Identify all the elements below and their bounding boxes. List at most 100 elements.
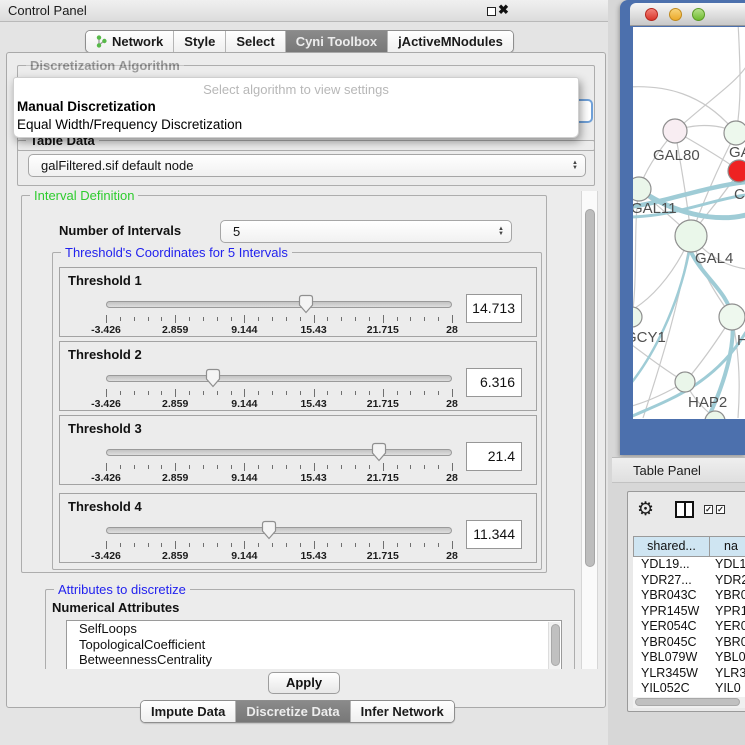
cell-shared-name[interactable]: YLR345W [633,666,715,682]
tab-infer-network[interactable]: Infer Network [351,701,454,722]
threshold-panel: Threshold 2 -3.4262.8599.14415.4321.7152… [59,341,537,411]
attributes-scrollbar-thumb[interactable] [551,624,560,666]
algorithm-option-equal-width[interactable]: Equal Width/Frequency Discretization [17,117,242,132]
cell-name[interactable]: YLR3 [715,666,745,682]
cell-shared-name[interactable]: YDL19... [633,557,715,573]
table-panel-titlebar: Table Panel [612,457,745,483]
threshold-slider[interactable]: -3.4262.8599.14415.4321.71528 [106,522,452,562]
table-row[interactable]: YDL19...YDL1 [633,557,745,573]
node-HAP2[interactable] [675,372,695,392]
slider-track[interactable] [106,375,452,382]
node-H[interactable] [719,304,745,330]
main-vertical-scrollbar[interactable] [581,191,598,669]
split-columns-icon[interactable] [675,501,694,518]
number-of-intervals-value: 5 [233,224,240,239]
attribute-list-item[interactable]: BetweennessCentrality [67,652,561,668]
column-header-shared-name[interactable]: shared... [633,536,710,557]
node-GCY1[interactable] [633,307,642,327]
threshold-value-field[interactable]: 11.344 [466,520,522,549]
slider-thumb[interactable] [370,442,388,462]
checkbox-icon[interactable]: ✓ [716,505,725,514]
table-row[interactable]: YER054CYER0 [633,619,745,635]
number-of-intervals-combobox[interactable]: 5 ▲▼ [220,220,512,243]
slider-track[interactable] [106,449,452,456]
cell-name[interactable]: YDR2 [715,573,745,589]
node-GAL4[interactable] [675,220,707,252]
cell-shared-name[interactable]: YDR27... [633,573,715,589]
cell-shared-name[interactable]: YER054C [633,619,715,635]
table-row[interactable]: YPR145WYPR1 [633,604,745,620]
table-row[interactable]: YDR27...YDR2 [633,573,745,589]
tab-impute-data[interactable]: Impute Data [141,701,236,722]
table-row[interactable]: YBL079WYBL0 [633,650,745,666]
threshold-value-field[interactable]: 21.4 [466,442,522,471]
tab-style[interactable]: Style [174,31,226,52]
threshold-panel: Threshold 3 -3.4262.8599.14415.4321.7152… [59,415,537,485]
node-GAL4-label: GAL4 [695,250,733,267]
network-window-titlebar[interactable] [630,3,745,26]
tab-select[interactable]: Select [226,31,285,52]
node-GAL11[interactable] [633,177,651,201]
column-header-name[interactable]: na [709,536,745,557]
slider-thumb[interactable] [297,294,315,314]
tab-network[interactable]: Network [86,31,174,52]
table-horizontal-scrollbar[interactable] [633,697,745,708]
threshold-slider[interactable]: -3.4262.8599.14415.4321.71528 [106,296,452,336]
slider-track[interactable] [106,301,452,308]
table-data-combobox[interactable]: galFiltered.sif default node ▲▼ [28,154,586,177]
combo-stepper-icon: ▲▼ [498,222,504,241]
cell-name[interactable]: YBR0 [715,635,745,651]
slider-track[interactable] [106,527,452,534]
cell-shared-name[interactable]: YBR043C [633,588,715,604]
cell-shared-name[interactable]: YPR145W [633,604,715,620]
algorithm-option-manual[interactable]: Manual Discretization [17,99,156,114]
tab-jactivemnodules[interactable]: jActiveMNodules [388,31,513,52]
threshold-slider[interactable]: -3.4262.8599.14415.4321.71528 [106,444,452,484]
cell-name[interactable]: YBR0 [715,588,745,604]
cell-name[interactable]: YIL0 [715,681,741,697]
numerical-attributes-label: Numerical Attributes [52,600,179,615]
minimize-traffic-light[interactable] [669,8,682,21]
cell-name[interactable]: YDL1 [715,557,745,573]
gear-icon[interactable]: ⚙ [637,498,654,521]
tab-discretize-data[interactable]: Discretize Data [236,701,350,722]
slider-thumb[interactable] [204,368,222,388]
cell-shared-name[interactable]: YBR045C [633,635,715,651]
node-GAL80[interactable] [663,119,687,143]
float-window-icon[interactable] [487,7,496,16]
attributes-scrollbar[interactable] [548,622,560,669]
node-top-right[interactable] [724,121,745,145]
zoom-traffic-light[interactable] [692,8,705,21]
close-panel-icon[interactable]: ✖ [498,2,509,18]
table-row[interactable]: YIL052CYIL0 [633,681,745,697]
network-canvas[interactable]: GAL80GACGAL11GAL4GCY1HHAP2 [633,27,745,419]
control-panel-titlebar: Control Panel ✖ [0,0,617,22]
cell-name[interactable]: YBL0 [715,650,745,666]
threshold-value-field[interactable]: 6.316 [466,368,522,397]
control-panel-title: Control Panel [8,3,87,18]
cell-name[interactable]: YPR1 [715,604,745,620]
checkbox-icon[interactable]: ✓ [704,505,713,514]
table-row[interactable]: YLR345WYLR3 [633,666,745,682]
numerical-attributes-list[interactable]: SelfLoopsTopologicalCoefficientBetweenne… [66,620,562,669]
tab-cyni-toolbox[interactable]: Cyni Toolbox [286,31,388,52]
table-row[interactable]: YBR045CYBR0 [633,635,745,651]
attribute-list-item[interactable]: SelfLoops [67,621,561,637]
cyni-toolbox-panel: Discretization Algorithm Select algorith… [6,52,606,708]
slider-thumb[interactable] [260,520,278,540]
attribute-list-item[interactable]: TopologicalCoefficient [67,637,561,653]
node-red[interactable] [728,160,745,182]
table-data-selected-value: galFiltered.sif default node [41,158,193,173]
table-row[interactable]: YBR043CYBR0 [633,588,745,604]
apply-button[interactable]: Apply [268,672,340,694]
cell-shared-name[interactable]: YIL052C [633,681,715,697]
cell-name[interactable]: YER0 [715,619,745,635]
close-traffic-light[interactable] [645,8,658,21]
main-vertical-scrollbar-thumb[interactable] [585,209,595,567]
node-HAP2-label: HAP2 [688,394,727,411]
threshold-value-field[interactable]: 14.713 [466,294,522,323]
table-horizontal-scrollbar-thumb[interactable] [635,698,740,706]
cell-shared-name[interactable]: YBL079W [633,650,715,666]
number-of-intervals-label: Number of Intervals [59,223,181,238]
threshold-slider[interactable]: -3.4262.8599.14415.4321.71528 [106,370,452,410]
